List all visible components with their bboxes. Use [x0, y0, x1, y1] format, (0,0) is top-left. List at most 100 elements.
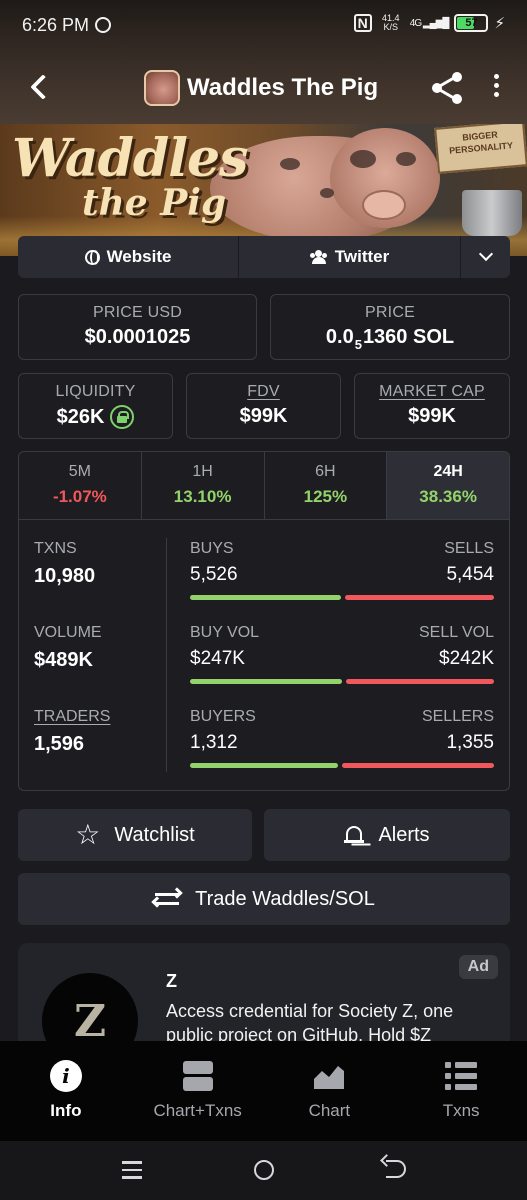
ad-description: Access credential for Society Z, one pub…: [166, 1001, 454, 1045]
page-title: Waddles The Pig: [187, 74, 379, 101]
net-speed-unit: K/S: [383, 22, 399, 32]
buyers-bar: [190, 763, 338, 768]
banner-sign-text: BIGGER PERSONALITY: [448, 129, 514, 156]
recent-apps-button[interactable]: [122, 1161, 142, 1179]
buyers-label: BUYERS: [190, 708, 256, 725]
buys-sells-bar: [190, 595, 494, 600]
website-label: Website: [106, 247, 172, 266]
whatsapp-icon: [95, 17, 111, 33]
swap-icon: [151, 887, 183, 909]
price-sol-label: PRICE: [365, 304, 415, 321]
sell-vol-value: $242K: [439, 648, 494, 669]
charging-icon: ⚡: [494, 15, 505, 32]
info-icon: i: [49, 1060, 82, 1092]
battery-icon: 57: [454, 14, 489, 32]
app-header: 6:26 PM N 41.4 K/S 4G ▂▄▆█ 57 ⚡ Waddles …: [0, 0, 527, 124]
liquidity-label: LIQUIDITY: [55, 383, 136, 400]
buys-label: BUYS: [190, 540, 234, 557]
trade-button[interactable]: Trade Waddles/SOL: [18, 873, 510, 925]
market-cap-label[interactable]: MARKET CAP: [355, 383, 509, 401]
nav-chart-txns-label: Chart+Txns: [153, 1101, 242, 1120]
nav-txns[interactable]: Txns: [395, 1041, 527, 1141]
nav-chart-txns[interactable]: Chart+Txns: [132, 1041, 264, 1141]
market-cap-card[interactable]: MARKET CAP $99K: [354, 373, 510, 439]
lock-icon[interactable]: [110, 405, 135, 429]
txns-value: 10,980: [34, 565, 96, 587]
bell-icon: [344, 824, 365, 846]
alerts-button[interactable]: Alerts: [264, 809, 510, 861]
ad-badge: Ad: [458, 955, 498, 979]
period-change: -1.07%: [52, 487, 107, 506]
net-speed: 41.4 K/S: [378, 14, 404, 32]
bucket-illustration: [462, 190, 522, 236]
traders-metric[interactable]: TRADERS 1,596: [34, 708, 110, 756]
period-label: 6H: [315, 463, 336, 480]
sellers-bar: [342, 763, 494, 768]
buys-bar: [190, 595, 341, 600]
globe-icon: [84, 249, 100, 265]
period-label: 5M: [68, 463, 91, 480]
sellers-label: SELLERS: [421, 708, 494, 725]
nav-chart[interactable]: Chart: [264, 1041, 396, 1141]
system-nav-bar: [0, 1141, 527, 1200]
liquidity-value-row: $26K: [19, 405, 172, 429]
buys-sells-split: BUYS SELLS 5,526 5,454: [190, 540, 494, 600]
system-back-button[interactable]: [386, 1160, 406, 1178]
back-button[interactable]: [26, 72, 56, 102]
sells-value: 5,454: [446, 564, 494, 585]
banner-sign: BIGGER PERSONALITY: [434, 124, 527, 174]
more-options-button[interactable]: [486, 74, 506, 104]
period-change: 125%: [303, 487, 348, 506]
volume-split: BUY VOL SELL VOL $247K $242K: [190, 624, 494, 684]
ad-title: Z: [166, 971, 177, 991]
website-button[interactable]: Website: [18, 236, 239, 278]
period-label: 24H: [433, 463, 463, 480]
fdv-label[interactable]: FDV: [187, 383, 340, 401]
home-button[interactable]: [254, 1160, 274, 1180]
banner-title-line1: Waddles: [12, 128, 248, 189]
price-sol-prefix: 0.0: [325, 326, 354, 348]
sell-vol-label: SELL VOL: [418, 624, 494, 641]
twitter-button[interactable]: Twitter: [239, 236, 461, 278]
sells-bar: [345, 595, 494, 600]
watchlist-button[interactable]: ☆ Watchlist: [18, 809, 252, 861]
price-usd-card: PRICE USD $0.0001025: [18, 294, 257, 360]
liquidity-card: LIQUIDITY $26K: [18, 373, 173, 439]
more-links-button[interactable]: [461, 236, 510, 278]
tab-5m[interactable]: 5M -1.07%: [19, 452, 142, 519]
buy-vol-label: BUY VOL: [190, 624, 260, 641]
buys-value: 5,526: [190, 564, 238, 585]
period-tabs: 5M -1.07% 1H 13.10% 6H 125% 24H 38.36%: [19, 452, 509, 520]
tab-6h[interactable]: 6H 125%: [265, 452, 388, 519]
traders-label[interactable]: TRADERS: [34, 708, 110, 726]
volume-value: $489K: [34, 649, 93, 671]
tab-24h[interactable]: 24H 38.36%: [387, 452, 509, 519]
nfc-icon: N: [353, 14, 372, 32]
buyers-value: 1,312: [190, 732, 238, 753]
nav-txns-label: Txns: [442, 1101, 480, 1120]
area-chart-icon: [313, 1061, 346, 1089]
price-sol-card: PRICE 0.0 5 1360 SOL: [270, 294, 510, 360]
fdv-card[interactable]: FDV $99K: [186, 373, 341, 439]
period-change: 13.10%: [173, 487, 232, 506]
traders-value: 1,596: [34, 733, 85, 755]
alerts-label: Alerts: [378, 823, 430, 846]
buy-vol-value: $247K: [190, 648, 245, 669]
tab-1h[interactable]: 1H 13.10%: [142, 452, 265, 519]
layout-icon: [182, 1061, 213, 1091]
period-label: 1H: [192, 463, 213, 480]
network-type: 4G: [409, 17, 422, 29]
sell-vol-bar: [346, 679, 494, 684]
users-icon: [310, 250, 328, 264]
links-bar: Website Twitter: [18, 236, 510, 278]
market-cap-value: $99K: [408, 405, 456, 427]
star-icon: ☆: [75, 819, 101, 850]
sellers-value: 1,355: [446, 732, 494, 753]
txns-label: TXNS: [34, 540, 77, 557]
top-bar: Waddles The Pig: [0, 60, 527, 118]
volume-bar: [190, 679, 494, 684]
nav-info[interactable]: i Info: [0, 1041, 132, 1141]
share-button[interactable]: [432, 72, 464, 104]
bottom-nav: i Info Chart+Txns Chart Txns: [0, 1041, 527, 1141]
stats-panel: 5M -1.07% 1H 13.10% 6H 125% 24H 38.36% T…: [18, 451, 510, 791]
